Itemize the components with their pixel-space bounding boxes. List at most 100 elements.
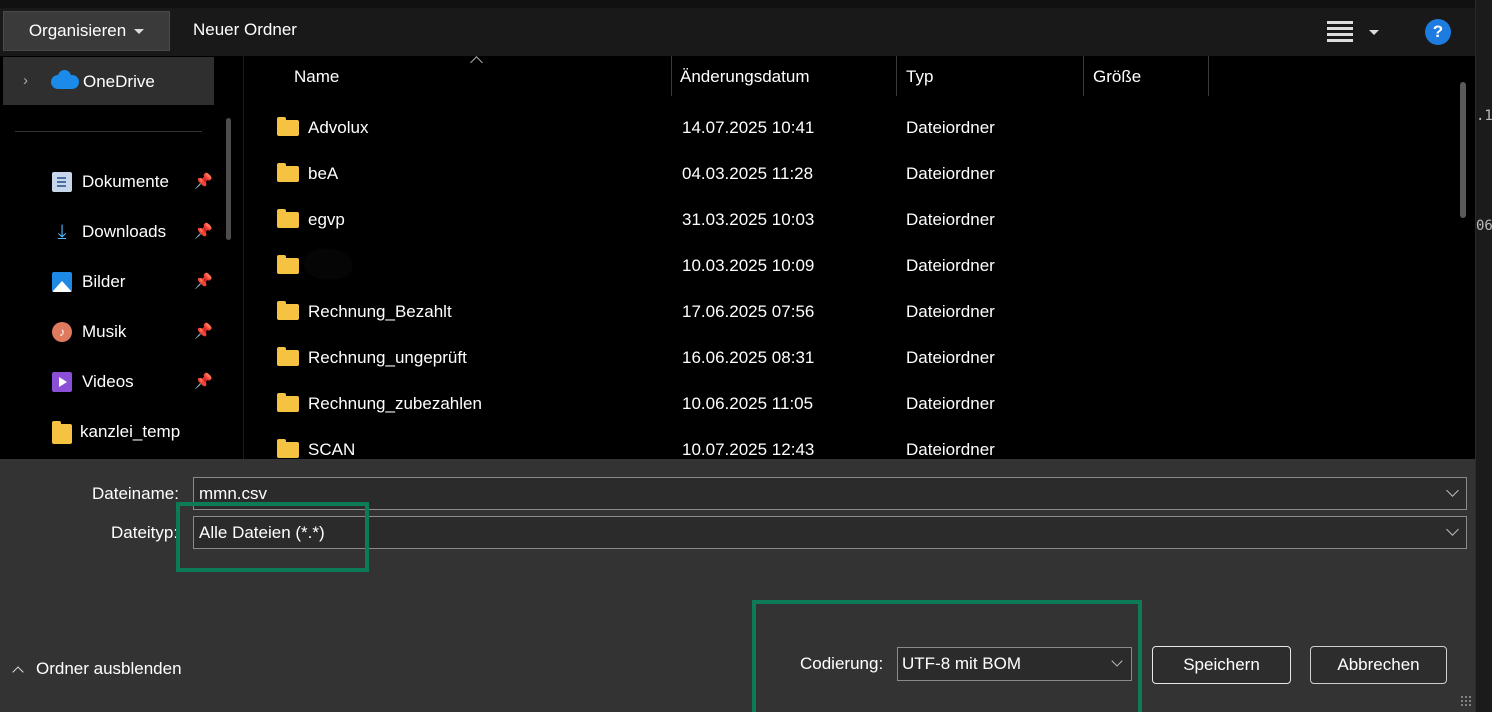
chevron-up-icon <box>12 665 24 678</box>
pin-icon[interactable]: 📌 <box>194 222 213 240</box>
file-row[interactable]: Rechnung_ungeprüft 16.06.2025 08:31 Date… <box>245 334 1445 380</box>
column-header-size[interactable]: Größe <box>1093 56 1141 98</box>
folder-icon <box>277 347 299 366</box>
nav-item-label: Bilder <box>82 272 126 291</box>
file-date: 14.07.2025 10:41 <box>682 118 815 137</box>
nav-item-videos[interactable]: Videos 📌 <box>52 367 213 397</box>
file-name: egvp <box>308 210 345 229</box>
file-type: Dateiordner <box>906 164 995 183</box>
view-options-caret-icon[interactable] <box>1369 30 1379 35</box>
column-separator[interactable] <box>1083 56 1084 96</box>
highlight-box <box>176 502 369 572</box>
document-icon <box>52 172 72 192</box>
file-type: Dateiordner <box>906 394 995 413</box>
nav-item-dokumente[interactable]: Dokumente 📌 <box>52 167 213 197</box>
organize-label: Organisieren <box>28 21 127 40</box>
file-date: 10.03.2025 10:09 <box>682 256 815 275</box>
nav-scrollbar[interactable] <box>226 118 231 240</box>
pin-icon[interactable]: 📌 <box>194 372 213 390</box>
file-date: 17.06.2025 07:56 <box>682 302 815 321</box>
folder-icon <box>277 301 299 320</box>
folder-icon <box>277 255 299 274</box>
file-date: 31.03.2025 10:03 <box>682 210 815 229</box>
sort-ascending-icon <box>472 58 482 64</box>
hide-folders-toggle[interactable]: Ordner ausblenden <box>12 659 182 679</box>
caret-down-icon <box>134 28 145 34</box>
column-separator[interactable] <box>1208 56 1209 96</box>
cancel-button[interactable]: Abbrechen <box>1310 646 1447 684</box>
folder-icon <box>52 421 72 444</box>
filename-label: Dateiname: <box>92 484 179 503</box>
nav-item-kanzlei-temp[interactable]: kanzlei_temp <box>52 417 180 447</box>
file-date: 10.06.2025 11:05 <box>682 394 814 413</box>
filename-input[interactable]: mmn.csv <box>193 477 1467 510</box>
background-text: 06 <box>1476 218 1492 234</box>
chevron-down-icon[interactable] <box>1446 523 1459 536</box>
redacted-name <box>305 250 351 278</box>
pin-icon[interactable]: 📌 <box>194 272 213 290</box>
highlight-box <box>752 600 1142 712</box>
file-name: Rechnung_zubezahlen <box>308 394 482 413</box>
background-window-edge <box>1475 0 1492 712</box>
hide-folders-label: Ordner ausblenden <box>36 659 182 678</box>
nav-item-label: OneDrive <box>83 72 155 91</box>
filetype-select[interactable]: Alle Dateien (*.*) <box>193 516 1467 549</box>
file-row[interactable]: SCAN 10.07.2025 12:43 Dateiordner <box>245 426 1445 459</box>
nav-item-downloads[interactable]: ⤓ Downloads 📌 <box>52 217 213 247</box>
column-header-date[interactable]: Änderungsdatum <box>680 56 809 98</box>
file-name: Rechnung_Bezahlt <box>308 302 452 321</box>
file-type: Dateiordner <box>906 440 995 459</box>
nav-item-musik[interactable]: ♪ Musik 📌 <box>52 317 213 347</box>
file-name: beA <box>308 164 339 183</box>
nav-item-bilder[interactable]: Bilder 📌 <box>52 267 213 297</box>
new-folder-button[interactable]: Neuer Ordner <box>193 20 297 40</box>
folder-icon <box>277 163 299 182</box>
help-icon[interactable]: ? <box>1425 19 1451 45</box>
file-row[interactable]: Rechnung_zubezahlen 10.06.2025 11:05 Dat… <box>245 380 1445 426</box>
nav-item-label: kanzlei_temp <box>80 422 181 441</box>
navigation-pane: › OneDrive Dokumente 📌 ⤓ Downloads 📌 Bil… <box>0 56 244 459</box>
download-icon: ⤓ <box>57 221 67 243</box>
file-row[interactable]: Rechnung_Bezahlt 17.06.2025 07:56 Dateio… <box>245 288 1445 334</box>
file-type: Dateiordner <box>906 118 995 137</box>
file-row[interactable]: 10.03.2025 10:09 Dateiordner <box>245 242 1445 288</box>
file-type: Dateiordner <box>906 256 995 275</box>
pictures-icon <box>52 272 72 292</box>
toolbar: Organisieren Neuer Ordner ? <box>0 0 1475 56</box>
file-name: Rechnung_ungeprüft <box>308 348 467 367</box>
column-header-name[interactable]: Name <box>294 56 339 98</box>
column-header-type[interactable]: Typ <box>906 56 933 98</box>
file-name: Advolux <box>308 118 369 137</box>
file-list: Name Änderungsdatum Typ Größe Advolux 14… <box>245 56 1475 459</box>
column-separator[interactable] <box>671 56 672 96</box>
nav-item-label: Musik <box>82 322 127 341</box>
column-separator[interactable] <box>896 56 897 96</box>
file-date: 16.06.2025 08:31 <box>682 348 815 367</box>
background-text: .1 <box>1476 108 1492 124</box>
save-button[interactable]: Speichern <box>1152 646 1291 684</box>
nav-item-onedrive[interactable]: › OneDrive <box>3 57 214 105</box>
chevron-right-icon[interactable]: › <box>23 72 28 89</box>
file-list-scrollbar[interactable] <box>1460 82 1466 218</box>
file-row[interactable]: beA 04.03.2025 11:28 Dateiordner <box>245 150 1445 196</box>
folder-icon <box>277 439 299 458</box>
file-date: 10.07.2025 12:43 <box>682 440 815 459</box>
music-icon: ♪ <box>52 322 72 342</box>
folder-icon <box>277 117 299 136</box>
nav-item-label: Videos <box>82 372 134 391</box>
filetype-label: Dateityp: <box>111 523 179 542</box>
file-row[interactable]: Advolux 14.07.2025 10:41 Dateiordner <box>245 104 1445 150</box>
view-list-icon[interactable] <box>1327 21 1353 43</box>
file-name: SCAN <box>308 440 356 459</box>
cloud-icon <box>51 70 79 89</box>
organize-button[interactable]: Organisieren <box>3 11 170 51</box>
pin-icon[interactable]: 📌 <box>194 322 213 340</box>
pin-icon[interactable]: 📌 <box>194 172 213 190</box>
folder-icon <box>277 393 299 412</box>
file-row[interactable]: egvp 31.03.2025 10:03 Dateiordner <box>245 196 1445 242</box>
chevron-down-icon[interactable] <box>1446 484 1459 497</box>
file-type: Dateiordner <box>906 210 995 229</box>
filename-value: mmn.csv <box>199 483 267 503</box>
file-date: 04.03.2025 11:28 <box>682 164 814 183</box>
resize-grip-icon[interactable] <box>1460 695 1472 707</box>
